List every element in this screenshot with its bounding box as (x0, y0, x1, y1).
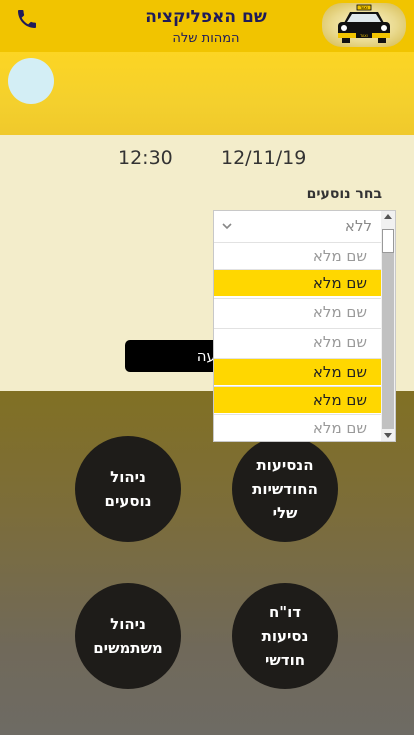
passenger-option[interactable]: שם מלא (214, 358, 381, 385)
passengers-select-value[interactable]: ללא (214, 211, 382, 241)
app-header: שם האפליקציה המהות שלה TAXI TAXI (0, 0, 414, 52)
passenger-option-label: שם מלא (312, 391, 367, 409)
taxi-icon: TAXI TAXI (338, 4, 390, 43)
app-title: שם האפליקציה (145, 7, 267, 27)
passenger-option-label: שם מלא (312, 274, 367, 292)
app-subtitle: המהות שלה (172, 31, 240, 46)
taxi-logo: TAXI TAXI (322, 3, 406, 47)
passenger-option-label: שם מלא (312, 303, 367, 321)
menu-area (0, 391, 414, 735)
passenger-option[interactable]: שם מלא (214, 269, 381, 296)
passenger-option-label: שם מלא (312, 419, 367, 437)
passengers-select[interactable]: ללא שם מלא שם מלא שם מלא שם מלא שם מלא שם מלא… (213, 210, 396, 442)
header-titles: שם האפליקציה המהות שלה (106, 6, 306, 48)
trip-date[interactable]: 12/11/19 (221, 147, 306, 169)
my-monthly-trips-button[interactable]: הנסיעות החודשיות שלי (232, 436, 338, 542)
passenger-option[interactable]: שם מלא (214, 298, 381, 325)
passenger-option-label: שם מלא (312, 333, 367, 351)
passenger-option[interactable]: שם מלא (214, 386, 381, 413)
my-monthly-trips-label: הנסיעות החודשיות שלי (252, 456, 318, 522)
users-management-label: ניהול משתמשים (93, 615, 163, 657)
scroll-handle[interactable] (382, 229, 394, 253)
monthly-report-button[interactable]: דו"ח נסיעות חודשי (232, 583, 338, 689)
passenger-option-label: שם מלא (312, 247, 367, 265)
scroll-down-icon[interactable] (384, 433, 392, 438)
taxi-sign-text: TAXI (359, 6, 368, 10)
passengers-label: בחר נוסעים (306, 186, 382, 202)
passenger-option[interactable]: שם מלא (214, 328, 381, 355)
taxi-plate-text: TAXI (359, 34, 368, 38)
phone-icon[interactable] (15, 7, 39, 31)
chevron-down-icon (222, 223, 232, 230)
users-management-button[interactable]: ניהול משתמשים (75, 583, 181, 689)
scroll-up-icon[interactable] (384, 214, 392, 219)
selected-value: ללא (344, 217, 372, 235)
passenger-option[interactable]: שם מלא (214, 414, 381, 441)
order-trip-button[interactable]: נסיעה (125, 340, 225, 372)
scroll-thumb[interactable] (382, 229, 394, 429)
dropdown-scrollbar[interactable] (381, 211, 395, 441)
passenger-option-label: שם מלא (312, 363, 367, 381)
passengers-management-label: ניהול נוסעים (104, 468, 152, 510)
trip-time[interactable]: 12:30 (118, 147, 173, 169)
monthly-report-label: דו"ח נסיעות חודשי (261, 603, 309, 669)
passenger-option[interactable]: שם מלא (214, 242, 381, 269)
banner (0, 52, 414, 135)
passengers-management-button[interactable]: ניהול נוסעים (75, 436, 181, 542)
avatar[interactable] (8, 58, 54, 104)
